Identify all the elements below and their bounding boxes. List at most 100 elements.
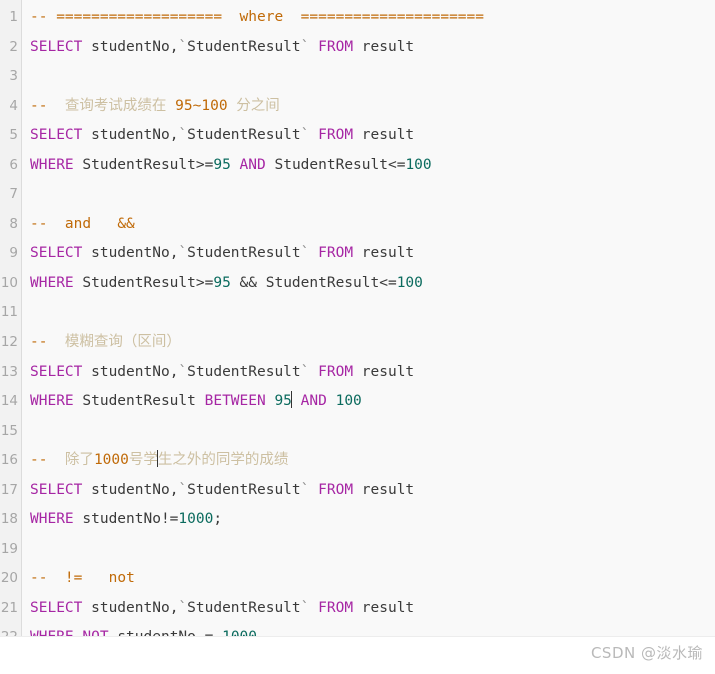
code-line[interactable]: -- and && bbox=[30, 210, 715, 240]
code-token: BETWEEN bbox=[204, 393, 266, 410]
line-number: 20 bbox=[0, 570, 18, 587]
line-number: 3 bbox=[9, 68, 18, 85]
code-token: 100 bbox=[335, 393, 362, 410]
line-number: 21 bbox=[0, 599, 18, 616]
line-number: 22 bbox=[0, 623, 21, 637]
code-token: SELECT bbox=[30, 363, 83, 380]
code-token: studentNo, bbox=[82, 245, 179, 262]
code-line[interactable]: WHERE StudentResult>=95 AND StudentResul… bbox=[30, 151, 715, 181]
line-number: 8 bbox=[9, 215, 18, 232]
code-token: studentNo, bbox=[82, 599, 179, 616]
code-token: FROM bbox=[318, 245, 354, 262]
line-number: 2 bbox=[9, 38, 18, 55]
line-number: 14 bbox=[0, 393, 18, 410]
code-token: studentNo, bbox=[82, 363, 179, 380]
code-token: result bbox=[353, 38, 415, 55]
code-token: ; bbox=[213, 511, 223, 528]
code-line[interactable]: SELECT studentNo,`StudentResult` FROM re… bbox=[30, 358, 715, 388]
code-line[interactable]: -- =================== where ===========… bbox=[30, 3, 715, 33]
code-token: WHERE bbox=[30, 274, 74, 291]
code-token: && StudentResult<= bbox=[230, 274, 397, 291]
line-number: 4 bbox=[9, 97, 18, 114]
code-token: result bbox=[353, 599, 415, 616]
code-line[interactable]: SELECT studentNo,`StudentResult` FROM re… bbox=[30, 594, 715, 624]
code-line[interactable] bbox=[30, 62, 715, 92]
code-editor[interactable]: 12345678910111213141516171819202122 -- =… bbox=[0, 0, 715, 637]
code-token: result bbox=[353, 363, 415, 380]
code-token: 查询考试成绩在 bbox=[56, 97, 176, 114]
code-token: SELECT bbox=[30, 481, 83, 498]
line-number: 15 bbox=[0, 422, 18, 439]
code-line[interactable]: -- 除了1000号学生之外的同学的成绩 bbox=[30, 446, 715, 476]
code-line[interactable]: SELECT studentNo,`StudentResult` FROM re… bbox=[30, 33, 715, 63]
code-token: 模糊查询（区间） bbox=[56, 334, 181, 351]
line-number: 19 bbox=[0, 540, 18, 557]
code-token: studentNo, bbox=[82, 38, 179, 55]
code-line[interactable] bbox=[30, 180, 715, 210]
code-token: 95 bbox=[274, 393, 292, 410]
code-line[interactable]: -- != not bbox=[30, 564, 715, 594]
code-token: studentNo, bbox=[82, 127, 179, 144]
code-line[interactable] bbox=[30, 417, 715, 447]
code-token: AND bbox=[239, 156, 266, 173]
code-token: StudentResult bbox=[187, 38, 301, 55]
code-token: not bbox=[108, 570, 135, 587]
code-line[interactable]: SELECT studentNo,`StudentResult` FROM re… bbox=[30, 121, 715, 151]
code-token: SELECT bbox=[30, 245, 83, 262]
code-line[interactable]: WHERE studentNo!=1000; bbox=[30, 505, 715, 535]
code-token: StudentResult>= bbox=[73, 156, 214, 173]
screenshot-root: 12345678910111213141516171819202122 -- =… bbox=[0, 0, 715, 674]
code-line[interactable]: WHERE NOT studentNo = 1000 bbox=[30, 623, 715, 637]
line-number: 5 bbox=[9, 127, 18, 144]
code-line[interactable] bbox=[30, 535, 715, 565]
code-token: != bbox=[56, 570, 83, 587]
code-token: -- bbox=[30, 9, 57, 25]
code-token: StudentResult>= bbox=[73, 274, 214, 291]
code-token: 分之间 bbox=[227, 97, 280, 114]
code-line[interactable]: WHERE StudentResult BETWEEN 95 AND 100 bbox=[30, 387, 715, 417]
code-line[interactable]: SELECT studentNo,`StudentResult` FROM re… bbox=[30, 476, 715, 506]
code-line[interactable]: -- 模糊查询（区间） bbox=[30, 328, 715, 358]
code-token: && bbox=[117, 215, 135, 232]
code-token: WHERE bbox=[30, 156, 74, 173]
code-line[interactable] bbox=[30, 298, 715, 328]
code-token: 1000 bbox=[93, 452, 129, 469]
code-line[interactable]: SELECT studentNo,`StudentResult` FROM re… bbox=[30, 239, 715, 269]
code-token: ===================== bbox=[300, 9, 484, 25]
code-token: =================== bbox=[56, 9, 223, 25]
code-token: SELECT bbox=[30, 38, 83, 55]
code-token: 1000 bbox=[178, 511, 214, 528]
code-token: 号学 bbox=[128, 452, 158, 469]
code-token: FROM bbox=[318, 127, 354, 144]
code-token: -- bbox=[30, 570, 57, 587]
code-token: studentNo, bbox=[82, 481, 179, 498]
code-line[interactable]: WHERE StudentResult>=95 && StudentResult… bbox=[30, 269, 715, 299]
code-token: StudentResult bbox=[187, 363, 301, 380]
line-number: 12 bbox=[0, 334, 18, 351]
line-number: 16 bbox=[0, 452, 18, 469]
code-token: AND bbox=[300, 393, 327, 410]
line-number: 1 bbox=[9, 9, 18, 25]
code-token: -- bbox=[30, 452, 57, 469]
code-token: StudentResult bbox=[73, 393, 205, 410]
code-line[interactable]: -- 查询考试成绩在 95~100 分之间 bbox=[30, 92, 715, 122]
code-token: result bbox=[353, 245, 415, 262]
code-token: where bbox=[239, 9, 284, 25]
line-number: 7 bbox=[9, 186, 18, 203]
code-token: -- bbox=[30, 334, 57, 351]
code-token: StudentResult bbox=[187, 599, 301, 616]
code-token: SELECT bbox=[30, 599, 83, 616]
code-token: SELECT bbox=[30, 127, 83, 144]
line-number: 17 bbox=[0, 481, 18, 498]
code-token: ` bbox=[178, 245, 188, 262]
code-area[interactable]: -- =================== where ===========… bbox=[22, 0, 715, 637]
code-token: ` bbox=[178, 599, 188, 616]
